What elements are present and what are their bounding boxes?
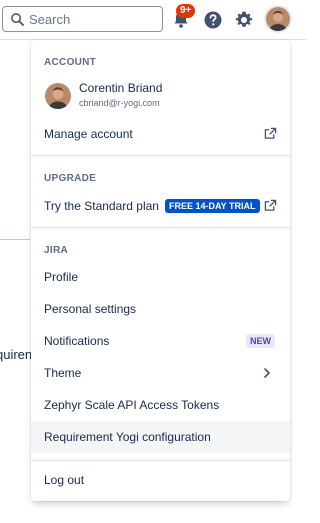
account-email: cbriand@r-yogi.com xyxy=(79,98,160,108)
new-badge: NEW xyxy=(246,334,275,348)
upgrade-section-title: UPGRADE xyxy=(44,173,97,184)
background-divider xyxy=(0,239,30,240)
menu-separator xyxy=(31,460,290,461)
profile-dropdown-menu: ACCOUNT Corentin Briand cbriand@r-yogi.c… xyxy=(31,40,290,501)
profile-item[interactable]: Profile xyxy=(31,261,290,293)
account-section-title: ACCOUNT xyxy=(44,57,97,68)
help-icon[interactable] xyxy=(201,8,225,32)
requirement-yogi-configuration-item[interactable]: Requirement Yogi configuration xyxy=(31,421,290,453)
personal-settings-label: Personal settings xyxy=(44,302,137,316)
requirement-yogi-configuration-label: Requirement Yogi configuration xyxy=(44,430,211,444)
search-icon xyxy=(11,13,24,26)
jira-section-title: JIRA xyxy=(44,245,68,256)
manage-account-label: Manage account xyxy=(44,127,133,141)
manage-account-item[interactable]: Manage account xyxy=(31,118,290,150)
profile-avatar-button[interactable] xyxy=(266,7,290,31)
background-text: quiren xyxy=(0,347,33,362)
theme-item[interactable]: Theme xyxy=(31,357,290,389)
notifications-item[interactable]: Notifications NEW xyxy=(31,325,290,357)
profile-label: Profile xyxy=(44,270,79,284)
top-navigation-bar: 9+ xyxy=(0,0,307,40)
notifications-label: Notifications xyxy=(44,334,110,348)
theme-label: Theme xyxy=(44,366,82,380)
chevron-right-icon xyxy=(264,368,270,378)
menu-separator xyxy=(31,155,290,156)
try-standard-plan-label: Try the Standard plan xyxy=(44,199,159,213)
personal-settings-item[interactable]: Personal settings xyxy=(31,293,290,325)
search-box[interactable] xyxy=(2,6,163,32)
notifications-count-badge: 9+ xyxy=(176,4,196,18)
account-name: Corentin Briand xyxy=(79,81,163,95)
free-trial-lozenge: FREE 14-DAY TRIAL xyxy=(164,199,260,213)
settings-gear-icon[interactable] xyxy=(232,8,256,32)
avatar-image xyxy=(45,83,71,109)
zephyr-scale-tokens-item[interactable]: Zephyr Scale API Access Tokens xyxy=(31,389,290,421)
avatar-image xyxy=(266,7,290,31)
account-avatar xyxy=(45,83,71,109)
zephyr-scale-tokens-label: Zephyr Scale API Access Tokens xyxy=(44,398,220,412)
log-out-item[interactable]: Log out xyxy=(31,464,290,496)
external-link-icon xyxy=(264,199,277,211)
try-standard-plan-item[interactable]: Try the Standard plan FREE 14-DAY TRIAL xyxy=(31,190,290,222)
search-input[interactable] xyxy=(29,10,159,28)
menu-separator xyxy=(31,227,290,228)
log-out-label: Log out xyxy=(44,473,85,487)
external-link-icon xyxy=(264,127,277,139)
